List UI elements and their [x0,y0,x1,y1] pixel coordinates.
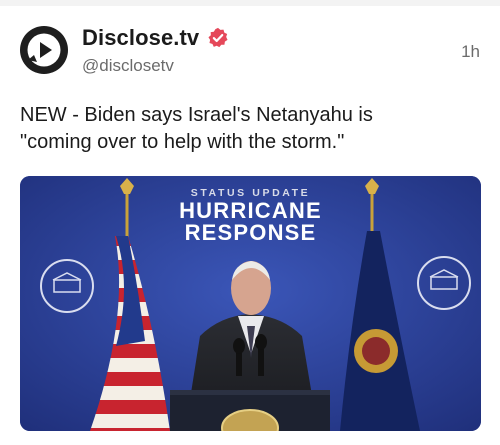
post-media[interactable]: STATUS UPDATE HURRICANE RESPONSE [20,176,481,431]
post-timestamp[interactable]: 1h [461,42,480,62]
author-handle[interactable]: @disclosetv [82,56,174,76]
post-card: Disclose.tv @disclosetv 1h NEW - Biden s… [0,0,500,445]
author-row: Disclose.tv [82,23,229,53]
graphic-headline: HURRICANE RESPONSE [179,198,322,245]
play-logo-icon[interactable] [19,25,69,75]
author-name[interactable]: Disclose.tv [82,25,199,51]
post-text: NEW - Biden says Israel's Netanyahu is "… [20,104,373,153]
verified-badge-icon [208,27,228,48]
divider [0,0,500,6]
